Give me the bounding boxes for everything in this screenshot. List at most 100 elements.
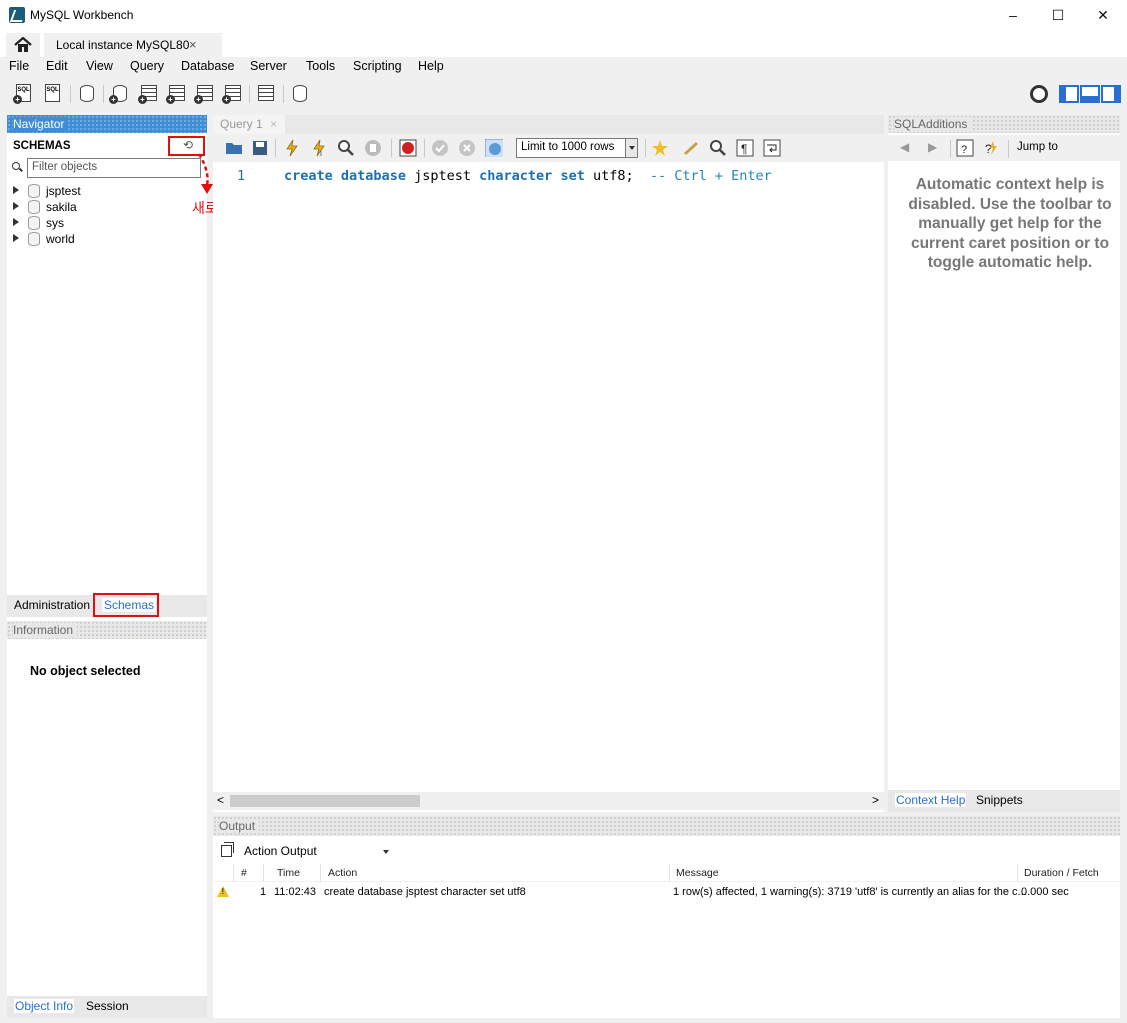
sql-code-line[interactable]: create database jsptest character set ut… [284,168,772,184]
tab-query-1[interactable]: Query 1 × [213,115,285,134]
new-sql-tab-icon[interactable]: SQL + [13,83,35,105]
close-query-tab-icon[interactable]: × [270,117,277,131]
sql-additions-panel: SQLAdditions ◀ ▶ ? ? Jump to Automatic c… [888,115,1120,812]
create-view-icon[interactable]: + [166,83,188,105]
menu-bar: File Edit View Query Database Server Too… [0,57,1127,77]
manual-help-icon[interactable]: ? [956,139,974,157]
copy-icon[interactable] [221,842,234,857]
editor-horizontal-scrollbar[interactable]: < > [213,792,884,810]
menu-server[interactable]: Server [250,59,287,73]
limit-rows-select[interactable]: Limit to 1000 rows [516,138,638,158]
minimize-button[interactable]: – [990,0,1036,31]
schema-name: sys [46,216,64,230]
open-sql-script-icon[interactable]: SQL [42,83,64,105]
toolbar-separator [70,85,71,103]
menu-file[interactable]: File [9,59,29,73]
find-replace-icon[interactable] [709,139,727,157]
preferences-gear-icon[interactable] [1030,85,1048,103]
menu-database[interactable]: Database [181,59,235,73]
stop-icon[interactable] [364,139,382,157]
column-header-number[interactable]: # [241,867,247,879]
column-header-action[interactable]: Action [328,867,357,879]
tab-object-info[interactable]: Object Info [14,999,75,1013]
create-procedure-icon[interactable]: + [194,83,216,105]
navigator-panel: Navigator SCHEMAS ⟲ Filter objects jspte… [7,115,207,1018]
maximize-button[interactable]: ☐ [1035,0,1081,31]
row-message: 1 row(s) affected, 1 warning(s): 3719 'u… [673,886,1027,898]
output-header: Output [213,816,1120,836]
expand-arrow-icon[interactable] [13,202,19,210]
commit-icon[interactable] [431,139,449,157]
open-file-icon[interactable] [225,139,243,157]
menu-help[interactable]: Help [418,59,444,73]
database-icon [28,200,40,214]
save-icon[interactable] [251,139,269,157]
word-wrap-icon[interactable] [763,139,781,157]
rollback-icon[interactable] [458,139,476,157]
menu-tools[interactable]: Tools [306,59,335,73]
expand-arrow-icon[interactable] [13,186,19,194]
query-tab-label: Query 1 [220,117,263,131]
svg-text:I: I [320,151,322,157]
create-table-icon[interactable]: + [138,83,160,105]
home-tab[interactable] [6,33,40,57]
scroll-left-icon[interactable]: < [217,793,224,807]
toggle-sidebar-icon[interactable] [1059,85,1079,103]
create-function-icon[interactable]: + [222,83,244,105]
menu-query[interactable]: Query [130,59,164,73]
close-button[interactable]: ✕ [1080,0,1126,31]
column-header-time[interactable]: Time [277,867,300,879]
tab-snippets[interactable]: Snippets [976,793,1023,807]
sql-additions-tabs: Context Help Snippets [888,790,1120,812]
auto-help-icon[interactable]: ? [983,139,1001,157]
toggle-secondary-sidebar-icon[interactable] [1101,85,1121,103]
stop-on-error-icon[interactable] [399,139,417,157]
expand-arrow-icon[interactable] [13,234,19,242]
menu-scripting[interactable]: Scripting [353,59,402,73]
execute-icon[interactable] [283,139,301,157]
search-icon [12,162,20,170]
invisible-chars-icon[interactable]: ¶ [736,139,754,157]
beautify-icon[interactable] [682,139,700,157]
column-header-message[interactable]: Message [676,867,719,879]
reconnect-icon[interactable] [289,83,311,105]
menu-view[interactable]: View [86,59,113,73]
toolbar-separator [103,85,104,103]
explain-icon[interactable] [337,139,355,157]
chevron-down-icon [625,139,637,157]
add-snippet-icon[interactable] [651,139,669,157]
row-time: 11:02:43 [274,886,317,898]
output-table-header: # Time Action Message Duration / Fetch [213,864,1120,882]
toolbar-separator [283,85,284,103]
expand-arrow-icon[interactable] [13,218,19,226]
jump-to-select[interactable]: Jump to [1017,141,1058,153]
search-table-data-icon[interactable] [255,83,277,105]
tab-session[interactable]: Session [86,999,129,1013]
forward-arrow-icon[interactable]: ▶ [928,140,937,154]
toggle-output-icon[interactable] [1080,85,1100,103]
close-tab-icon[interactable]: × [189,37,197,52]
scroll-right-icon[interactable]: > [872,793,879,807]
autocommit-toggle-icon[interactable] [485,139,503,157]
back-arrow-icon[interactable]: ◀ [900,140,909,154]
tab-context-help[interactable]: Context Help [895,793,967,807]
column-header-duration[interactable]: Duration / Fetch [1024,867,1099,879]
tab-administration[interactable]: Administration [14,598,90,612]
scrollbar-thumb[interactable] [230,795,420,807]
menu-edit[interactable]: Edit [46,59,68,73]
tab-local-instance[interactable]: Local instance MySQL80 × [44,33,222,57]
query-editor-panel: Query 1 × I Limit to 1000 rows ¶ 1 creat… [213,115,884,812]
create-schema-icon[interactable]: + [109,83,131,105]
filter-objects-input[interactable]: Filter objects [27,158,201,178]
context-help-toolbar: ◀ ▶ ? ? Jump to [888,135,1120,161]
output-type-select[interactable]: Action Output [239,843,391,861]
context-help-message: Automatic context help is disabled. Use … [908,176,1112,271]
schema-name: sakila [46,200,77,214]
sql-editor[interactable]: 1 create database jsptest character set … [213,162,884,792]
information-header: Information [7,621,207,639]
toolbar-separator [645,139,646,157]
table-row[interactable]: 1 11:02:43 create database jsptest chara… [213,883,1120,901]
inspector-icon[interactable] [76,83,98,105]
schema-name: world [46,232,75,246]
execute-current-icon[interactable]: I [310,139,328,157]
